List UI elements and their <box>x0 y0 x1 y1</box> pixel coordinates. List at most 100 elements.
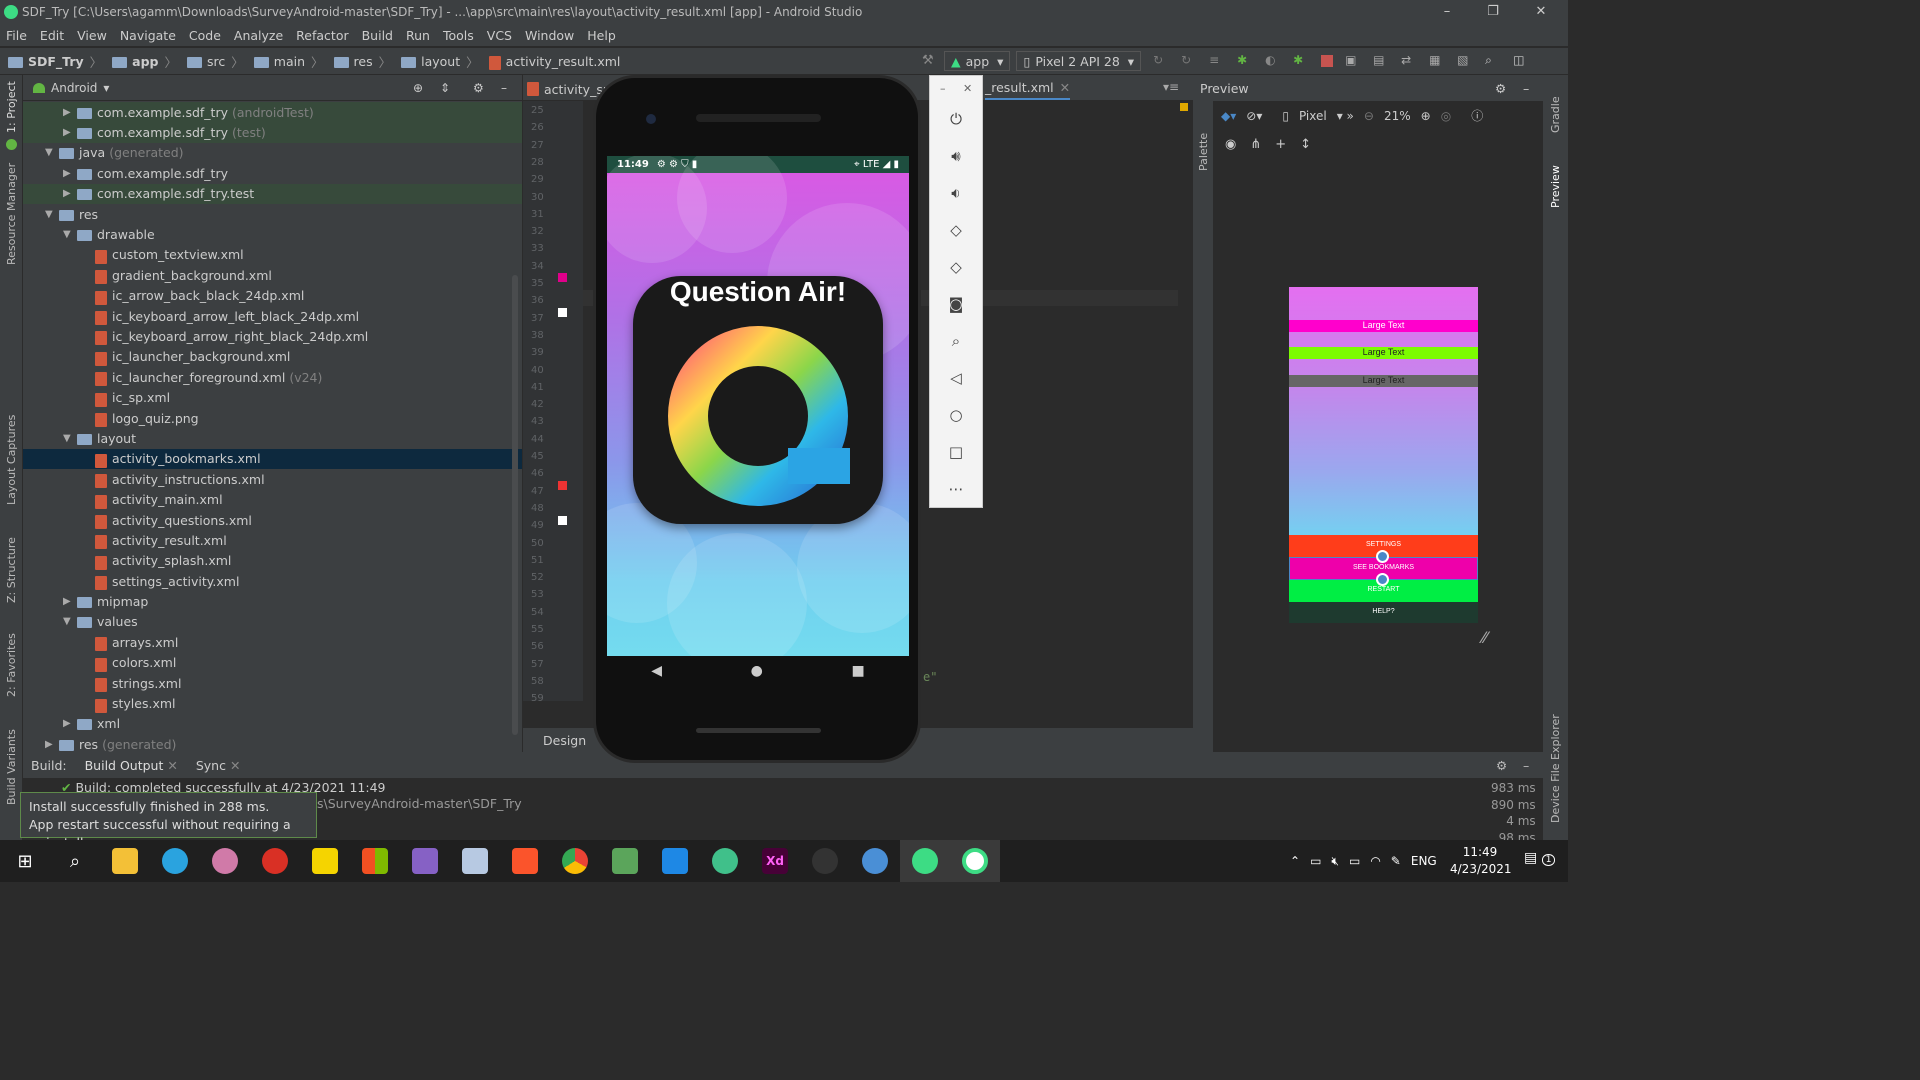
chrome-app[interactable] <box>550 840 600 882</box>
mail-app[interactable] <box>250 840 300 882</box>
collapsed-arrow-icon[interactable]: ▶ <box>45 739 59 750</box>
expanded-arrow-icon[interactable]: ▼ <box>63 616 77 627</box>
tree-row[interactable]: ▼ values <box>23 612 522 632</box>
tree-row[interactable]: ic_arrow_back_black_24dp.xml <box>23 286 522 306</box>
sync-icon[interactable]: ≡ <box>1209 53 1225 69</box>
device-select[interactable]: ▯ Pixel 2 API 28 ▾ <box>1016 51 1142 71</box>
tree-row[interactable]: activity_main.xml <box>23 489 522 509</box>
search-icon[interactable]: ⌕ <box>1485 53 1501 69</box>
hide-panel-icon[interactable]: – <box>501 81 507 95</box>
breadcrumb-item[interactable]: res 〉 <box>333 52 398 71</box>
tree-row[interactable]: logo_quiz.png <box>23 408 522 428</box>
visual-studio-app[interactable] <box>400 840 450 882</box>
tree-row[interactable]: ▶ com.example.sdf_try (test) <box>23 122 522 143</box>
device-icon[interactable]: ▯ <box>1282 109 1289 123</box>
menu-item-window[interactable]: Window <box>525 28 574 43</box>
close-emulator-icon[interactable]: ✕ <box>963 82 972 95</box>
breadcrumb-item[interactable]: app 〉 <box>112 52 183 71</box>
tree-row[interactable]: ▶ com.example.sdf_try (androidTest) <box>23 102 522 123</box>
tree-row[interactable]: ▶ xml <box>23 714 522 734</box>
maximize-button[interactable]: ❐ <box>1470 0 1516 24</box>
power-icon[interactable]: ⏻ <box>930 100 982 137</box>
expanded-arrow-icon[interactable]: ▼ <box>63 433 77 444</box>
run-config-select[interactable]: ▲ app ▾ <box>944 51 1011 71</box>
back-nav-icon[interactable]: ◀ <box>651 663 662 679</box>
close-button[interactable]: ✕ <box>1518 0 1564 24</box>
emulator-screen[interactable]: 11:49 ⚙ ⚙ ⛉ ▮ ⌖ LTE ◢ ▮ Question Air! <box>607 156 909 656</box>
breadcrumb-item[interactable]: SDF_Try 〉 <box>8 52 108 71</box>
tree-row[interactable]: ▼ layout <box>23 428 522 448</box>
unity-app[interactable] <box>800 840 850 882</box>
preview-tab[interactable]: Preview <box>1549 165 1562 208</box>
layout-inspector-icon[interactable]: ▧ <box>1457 53 1473 69</box>
apply-changes-icon[interactable]: ↻ <box>1153 53 1169 69</box>
scrollbar[interactable] <box>512 275 518 735</box>
locate-icon[interactable]: ⊕ <box>413 81 423 95</box>
volume-muted-icon[interactable]: 🔇︎ <box>1331 854 1339 869</box>
menu-item-code[interactable]: Code <box>189 28 221 43</box>
gear-icon[interactable]: ⚙ <box>1496 758 1507 773</box>
tree-row[interactable]: ▼ res <box>23 204 522 224</box>
layout-captures-tab[interactable]: Layout Captures <box>5 415 18 505</box>
tree-row[interactable]: ic_keyboard_arrow_right_black_24dp.xml <box>23 326 522 346</box>
menu-item-refactor[interactable]: Refactor <box>296 28 348 43</box>
rotate-left-icon[interactable]: ◇ <box>930 211 982 248</box>
overview-icon[interactable]: □ <box>930 433 982 470</box>
atom-app[interactable] <box>700 840 750 882</box>
menu-item-help[interactable]: Help <box>587 28 616 43</box>
orientation-icon[interactable]: ⊘▾ <box>1246 109 1262 123</box>
emulator-app[interactable] <box>950 840 1000 882</box>
build-variants-tab[interactable]: Build Variants <box>5 729 18 805</box>
attach-debugger-icon[interactable]: ✱ <box>1293 53 1309 69</box>
battery-icon[interactable]: ▭ <box>1349 854 1360 868</box>
device-manager-icon[interactable]: ▦ <box>1429 53 1445 69</box>
tree-row[interactable]: ic_sp.xml <box>23 387 522 407</box>
brave-app[interactable] <box>500 840 550 882</box>
breadcrumb-item[interactable]: src 〉 <box>187 52 250 71</box>
sync-gradle-icon[interactable]: ⇄ <box>1401 53 1417 69</box>
eye-icon[interactable]: ◉ <box>1225 137 1236 152</box>
start-button[interactable]: ⊞ <box>0 840 50 882</box>
tree-row[interactable]: activity_splash.xml <box>23 551 522 571</box>
hide-panel-icon[interactable]: – <box>1523 758 1529 773</box>
home-icon[interactable]: ○ <box>930 396 982 433</box>
sticky-notes-app[interactable] <box>300 840 350 882</box>
menu-item-navigate[interactable]: Navigate <box>120 28 176 43</box>
tree-row[interactable]: settings_activity.xml <box>23 571 522 591</box>
profile-icon[interactable]: ◐ <box>1265 53 1281 69</box>
tree-row[interactable]: gradient_background.xml <box>23 265 522 285</box>
menu-item-analyze[interactable]: Analyze <box>234 28 283 43</box>
screenshot-icon[interactable]: ◙ <box>930 285 982 322</box>
warnings-icon[interactable]: ⓘ <box>1471 107 1483 124</box>
back-icon[interactable]: ◁ <box>930 359 982 396</box>
tree-row[interactable]: colors.xml <box>23 653 522 673</box>
selection-handle[interactable] <box>1376 550 1389 563</box>
collapsed-arrow-icon[interactable]: ▶ <box>63 127 77 138</box>
minimize-button[interactable]: – <box>1424 0 1470 24</box>
collapsed-arrow-icon[interactable]: ▶ <box>63 596 77 607</box>
magnet-icon[interactable]: ⋔ <box>1250 137 1261 152</box>
paint-app[interactable] <box>200 840 250 882</box>
chevron-down-icon[interactable]: ▾ » <box>1337 109 1354 123</box>
collapsed-arrow-icon[interactable]: ▶ <box>63 188 77 199</box>
tree-row[interactable]: ▶ com.example.sdf_try.test <box>23 183 522 204</box>
expand-icon[interactable]: ↕ <box>1300 137 1311 152</box>
tree-row[interactable]: ic_keyboard_arrow_left_black_24dp.xml <box>23 306 522 326</box>
layers-icon[interactable]: ◆▾ <box>1221 109 1236 123</box>
menu-item-file[interactable]: File <box>6 28 27 43</box>
gear-icon[interactable]: ⚙ <box>1495 81 1506 96</box>
tree-row[interactable]: ▶ com.example.sdf_try <box>23 163 522 183</box>
collapse-all-icon[interactable]: ⇕ <box>440 81 450 95</box>
volume-down-icon[interactable]: 🔉︎ <box>930 174 982 211</box>
view-mode-select[interactable]: Android <box>51 81 97 95</box>
tree-row[interactable]: ▶ mipmap <box>23 591 522 611</box>
collapsed-arrow-icon[interactable]: ▶ <box>63 718 77 729</box>
tab-sync[interactable]: Sync ✕ <box>196 758 241 773</box>
recents-nav-icon[interactable]: ■ <box>851 663 864 679</box>
wifi-icon[interactable]: ◠ <box>1370 854 1380 868</box>
breadcrumb-item[interactable]: activity_result.xml <box>488 54 620 70</box>
zoom-in-icon[interactable]: ⊕ <box>1421 109 1431 123</box>
zoom-fit-icon[interactable]: ◎ <box>1441 109 1451 123</box>
device-select[interactable]: Pixel <box>1299 109 1327 123</box>
tab-activity-result[interactable]: _result.xml ✕ <box>985 80 1071 100</box>
